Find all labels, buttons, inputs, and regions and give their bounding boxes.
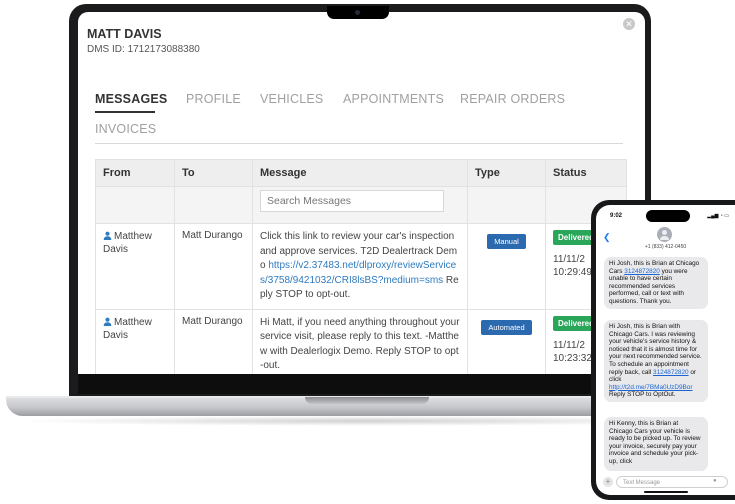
phone-clock: 9:02 <box>610 213 623 219</box>
table-row: Matthew Davis Matt Durango Hi Matt, if y… <box>95 308 627 374</box>
message-bubble: Hi Kenny, this is Brian at Chicago Cars … <box>604 417 708 471</box>
tab-repair-orders[interactable]: REPAIR ORDERS <box>460 92 565 106</box>
back-chevron-icon[interactable]: ❮ <box>603 232 611 243</box>
from-cell[interactable]: Matthew Davis <box>95 308 175 374</box>
message-cell: Click this link to review your car's ins… <box>252 223 468 310</box>
laptop-bezel-bottom <box>78 374 645 394</box>
laptop-thumb-groove <box>305 397 429 404</box>
tab-messages[interactable]: MESSAGES <box>95 92 167 106</box>
tabs-divider <box>95 143 623 144</box>
table-row: Matthew Davis Matt Durango Click this li… <box>95 223 627 310</box>
customer-name: MATT DAVIS <box>87 27 162 41</box>
from-cell[interactable]: Matthew Davis <box>95 223 175 310</box>
type-cell: Manual <box>467 223 546 310</box>
laptop-screen: ✕ MATT DAVIS DMS ID: 1712173088380 MESSA… <box>78 12 645 374</box>
message-link[interactable]: https://v2.37483.net/dlproxy/reviewServi… <box>260 260 456 286</box>
column-message[interactable]: Message <box>252 159 468 187</box>
text-message-input[interactable]: Text Message <box>616 476 728 488</box>
close-icon[interactable]: ✕ <box>623 18 635 30</box>
to-cell: Matt Durango <box>174 223 253 310</box>
column-to[interactable]: To <box>174 159 253 187</box>
message-text: Hi Matt, if you need anything throughout… <box>260 316 460 372</box>
type-badge: Manual <box>487 234 526 249</box>
url-link[interactable]: http://t2d.me/7BMa0UzD9Bor <box>609 384 692 391</box>
tab-appointments[interactable]: APPOINTMENTS <box>343 92 444 106</box>
phone-screen: 9:02 ▂▄▆ ◔ ▭ ❮ +1 (833) 412-0450 Hi Josh… <box>596 205 735 495</box>
status-time: 10:29:49 <box>553 267 592 278</box>
type-badge: Automated <box>481 319 532 335</box>
phone-link[interactable]: 3124872820 <box>624 268 660 275</box>
status-date: 11/11/2 <box>553 339 585 351</box>
message-text: Click this link to review your car's ins… <box>260 230 460 303</box>
message-cell: Hi Matt, if you need anything throughout… <box>252 308 468 374</box>
to-cell: Matt Durango <box>174 308 253 374</box>
column-type[interactable]: Type <box>467 159 546 187</box>
camera-icon <box>355 10 360 15</box>
status-time: 10:23:32 <box>553 352 592 364</box>
home-indicator <box>644 491 688 493</box>
filter-row: Search Messages <box>95 186 627 224</box>
dynamic-island <box>646 210 690 222</box>
plus-icon[interactable]: + <box>603 477 613 487</box>
contact-avatar-icon[interactable] <box>657 227 672 242</box>
search-messages-input[interactable]: Search Messages <box>260 190 444 212</box>
column-status[interactable]: Status <box>545 159 627 187</box>
tab-vehicles[interactable]: VEHICLES <box>260 92 323 106</box>
phone-link[interactable]: 3124872820 <box>653 369 689 376</box>
active-tab-indicator <box>95 111 155 113</box>
person-icon <box>103 317 112 326</box>
dms-id-value: 1712173088380 <box>127 44 200 55</box>
person-icon <box>103 231 112 240</box>
tab-invoices[interactable]: INVOICES <box>95 122 156 136</box>
type-cell: Automated <box>467 308 546 374</box>
table-header-row: From To Message Type Status <box>95 159 627 187</box>
message-bubble: Hi Josh, this is Brian at Chicago Cars 3… <box>604 257 708 309</box>
contact-number[interactable]: +1 (833) 412-0450 <box>596 244 735 250</box>
message-bubble: Hi Josh, this is Brian with Chicago Cars… <box>604 320 708 402</box>
dms-id: DMS ID: 1712173088380 <box>87 44 200 55</box>
column-from[interactable]: From <box>95 159 175 187</box>
tab-profile[interactable]: PROFILE <box>186 92 241 106</box>
microphone-icon[interactable]: ● <box>713 478 717 484</box>
signal-wifi-battery-icon: ▂▄▆ ◔ ▭ <box>707 213 729 219</box>
bubble-text-end: Reply STOP to OptOut. <box>609 391 676 399</box>
messages-table: From To Message Type Status Search Messa… <box>95 159 627 374</box>
dms-id-label: DMS ID: <box>87 44 125 55</box>
status-date: 11/11/2 <box>553 254 585 265</box>
